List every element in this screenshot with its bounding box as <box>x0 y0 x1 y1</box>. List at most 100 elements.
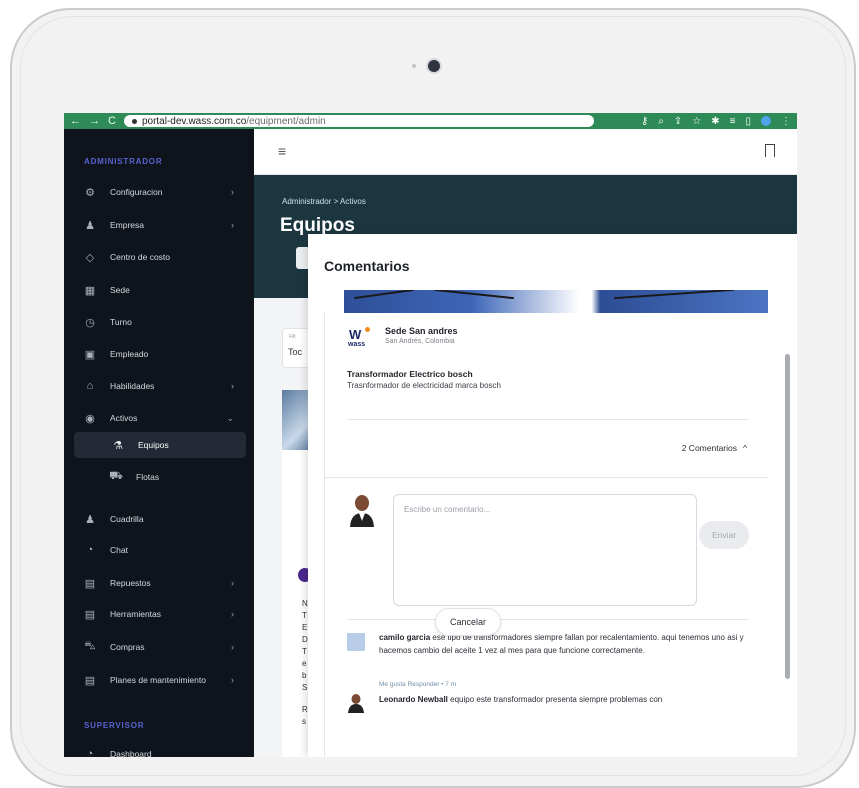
comments-count-label: 2 Comentarios <box>681 443 737 453</box>
sidebar-item-label: Chat <box>110 545 128 555</box>
sidebar-item-empresa[interactable]: ♟ Empresa › <box>64 212 254 238</box>
menu-icon[interactable]: ⋮ <box>781 116 791 127</box>
profile-avatar[interactable] <box>761 116 771 126</box>
equipment-post: W wass Sede San andres San Andrés, Colom… <box>324 313 768 757</box>
back-icon[interactable]: ← <box>70 115 81 127</box>
filter-value: Toc <box>288 347 303 357</box>
clipboard-icon: ▤ <box>84 674 96 687</box>
sidebar: ADMINISTRADOR ⚙ Configuracion › ♟ Empres… <box>64 129 254 757</box>
sidebar-item-dashboard[interactable]: ◔ Dashboard <box>64 741 254 757</box>
sidebar-item-planes-de-mantenimiento[interactable]: ▤ Planes de mantenimiento › <box>64 667 254 693</box>
address-bar[interactable]: portal-dev.wass.com.co/equipment/admin <box>123 115 594 127</box>
url-path: /equipment/admin <box>246 115 326 127</box>
divider <box>347 419 749 420</box>
sidebar-item-herramientas[interactable]: ▤ Herramientas › <box>64 601 254 627</box>
sidebar-item-label: Cuadrilla <box>110 514 144 524</box>
chevron-right-icon: › <box>231 609 234 619</box>
forward-icon[interactable]: → <box>89 115 100 127</box>
sidebar-item-centro-de-costo[interactable]: ◇ Centro de costo <box>64 244 254 270</box>
app-topbar: ≡ <box>254 129 797 175</box>
modal-scroll-area[interactable]: W wass Sede San andres San Andrés, Colom… <box>324 290 768 757</box>
meta-separator: • <box>441 681 444 688</box>
building-icon: ♟ <box>85 219 95 232</box>
bookmark-icon[interactable] <box>765 144 775 157</box>
ambient-sensor <box>412 64 416 68</box>
gear-icon: ⚙ <box>85 186 95 199</box>
comment-author[interactable]: camilo garcia <box>379 633 430 642</box>
send-button[interactable]: Enviar <box>699 521 749 549</box>
reply-link[interactable]: Responder <box>408 681 440 688</box>
reload-icon[interactable]: C <box>108 115 116 127</box>
truck-icon: ⛟ <box>109 470 123 482</box>
extensions-icon[interactable]: ✱ <box>711 116 719 127</box>
chart-icon: ◔ <box>86 748 94 757</box>
tablet-screen: ← → C portal-dev.wass.com.co/equipment/a… <box>64 113 797 757</box>
share-icon[interactable]: ⇪ <box>674 116 682 127</box>
sidebar-item-empleado[interactable]: ▣ Empleado <box>64 341 254 367</box>
front-camera <box>428 60 440 72</box>
modal-title: Comentarios <box>324 258 410 274</box>
sidebar-item-habilidades[interactable]: ⌂ Habilidades › <box>64 373 254 399</box>
comment-text: equipo este transformador presenta siemp… <box>450 695 663 704</box>
sidebar-item-label: Sede <box>110 285 130 295</box>
commenter-avatar <box>348 694 364 713</box>
comments-toggle[interactable]: 2 Comentarios ^ <box>682 443 747 453</box>
chevron-right-icon: › <box>231 578 234 588</box>
microscope-icon: ⚗ <box>113 439 123 452</box>
wass-logo: W wass <box>347 327 373 349</box>
sidebar-item-chat[interactable]: ◔ Chat <box>64 537 254 563</box>
target-icon: ◉ <box>85 412 95 425</box>
sidebar-item-label: Dashboard <box>110 749 152 757</box>
hat-icon: ⌂ <box>86 380 94 392</box>
sidebar-item-label: Herramientas <box>110 609 162 619</box>
sidebar-item-label: Turno <box>110 317 132 327</box>
sidebar-item-label: Centro de costo <box>110 252 171 262</box>
sidebar-item-repuestos[interactable]: ▤ Repuestos › <box>64 570 254 596</box>
sidebar-item-label: Habilidades <box>110 381 155 391</box>
sidebar-item-label: Equipos <box>138 440 169 450</box>
modal-scrollbar[interactable] <box>785 354 790 679</box>
filter-label: Filt <box>289 334 296 340</box>
comment-author[interactable]: Leonardo Newball <box>379 695 448 704</box>
chevron-up-icon: ^ <box>743 443 747 453</box>
sidebar-item-configuracion[interactable]: ⚙ Configuracion › <box>64 179 254 205</box>
sidebar-section-supervisor: SUPERVISOR <box>84 721 145 730</box>
sidebar-item-turno[interactable]: ◷ Turno <box>64 309 254 335</box>
chat-icon: ◔ <box>86 544 94 556</box>
url-host: portal-dev.wass.com.co <box>141 115 247 127</box>
sidepanel-icon[interactable]: ▯ <box>745 116 751 127</box>
key-icon[interactable]: ⚷ <box>641 116 648 127</box>
chevron-down-icon: ⌄ <box>226 412 234 423</box>
hamburger-icon[interactable]: ≡ <box>278 143 286 159</box>
chevron-right-icon: › <box>231 642 234 652</box>
commenter-avatar <box>347 633 365 651</box>
sidebar-item-label: Flotas <box>136 472 160 482</box>
chevron-right-icon: › <box>231 675 234 685</box>
reading-list-icon[interactable]: ≡ <box>730 116 736 127</box>
comment-item: Leonardo Newball equipo este transformad… <box>347 693 751 723</box>
star-icon[interactable]: ☆ <box>692 116 701 127</box>
comment-body: Leonardo Newball equipo este transformad… <box>379 693 751 706</box>
sidebar-item-compras[interactable]: ⛍ Compras › <box>64 634 254 660</box>
sidebar-item-activos[interactable]: ◉ Activos ⌄ <box>64 405 254 431</box>
sidebar-item-cuadrilla[interactable]: ♟ Cuadrilla <box>64 506 254 532</box>
chevron-right-icon: › <box>231 381 234 391</box>
sidebar-item-label: Activos <box>110 413 138 423</box>
cart-icon: ⛍ <box>84 640 96 652</box>
sidebar-item-label: Repuestos <box>110 578 151 588</box>
sidebar-item-equipos[interactable]: ⚗ Equipos <box>74 432 246 458</box>
divider <box>325 477 768 478</box>
browser-toolbar: ← → C portal-dev.wass.com.co/equipment/a… <box>64 113 797 129</box>
comment-body: camilo garcia ese tipo de transformadore… <box>379 631 751 657</box>
comment-input[interactable]: Escribe un comentario... <box>393 494 697 606</box>
team-icon: ♟ <box>85 513 95 526</box>
sidebar-item-sede[interactable]: ▦ Sede <box>64 277 254 303</box>
cancel-button[interactable]: Cancelar <box>435 608 501 636</box>
sidebar-item-flotas[interactable]: ⛟ Flotas <box>64 464 254 490</box>
comment-placeholder: Escribe un comentario... <box>404 505 491 514</box>
comment-text: ese tipo de transformadores siempre fall… <box>379 633 744 655</box>
zoom-icon[interactable]: ⌕ <box>658 116 664 127</box>
sidebar-item-label: Empleado <box>110 349 149 359</box>
site-info-icon[interactable] <box>131 118 137 124</box>
like-link[interactable]: Me gusta <box>379 681 406 688</box>
